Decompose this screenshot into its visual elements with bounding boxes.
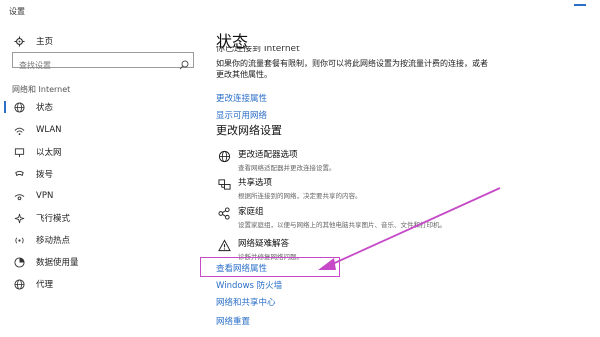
window-control-icon[interactable]: [574, 4, 586, 6]
sidebar-section-heading: 网络和 Internet: [12, 85, 71, 94]
windows-firewall-link[interactable]: Windows 防火墙: [216, 279, 282, 291]
sidebar-item-label: WLAN: [36, 125, 62, 135]
main-content: 状态 你已连接到 Internet 如果你的流量套餐有限制，则你可以将此网络设置…: [216, 22, 596, 337]
option-adapter[interactable]: 更改适配器选项 查看网络适配器并更改连接设置。: [216, 148, 336, 172]
warning-icon: [216, 237, 232, 253]
option-sharing[interactable]: 共享选项 根据所连接到的网络，决定要共享的内容。: [216, 176, 362, 200]
option-title: 共享选项: [238, 178, 273, 188]
sidebar-item-status[interactable]: 状态: [12, 100, 53, 114]
change-network-settings-heading: 更改网络设置: [216, 124, 282, 137]
sidebar-item-wlan[interactable]: WLAN: [12, 123, 62, 137]
ethernet-icon: [12, 146, 26, 158]
active-indicator: [4, 101, 6, 113]
option-desc: 根据所连接到的网络，决定要共享的内容。: [238, 192, 362, 200]
sidebar-item-label: VPN: [36, 191, 54, 201]
search-icon[interactable]: [179, 55, 189, 70]
option-desc: 设置家庭组，以便与网络上的其他电脑共享图片、音乐、文件和打印机。: [238, 221, 446, 229]
option-desc: 查看网络适配器并更改连接设置。: [238, 164, 336, 172]
sidebar-item-label: 状态: [36, 103, 54, 113]
option-title: 家庭组: [238, 207, 264, 217]
sidebar-item-data-usage[interactable]: 数据使用量: [12, 255, 79, 269]
dialup-icon: [12, 168, 26, 180]
sidebar-item-ethernet[interactable]: 以太网: [12, 145, 62, 159]
network-reset-link[interactable]: 网络重置: [216, 315, 250, 327]
sidebar-item-label: 移动热点: [36, 236, 71, 246]
sidebar-home-label: 主页: [36, 37, 54, 47]
data-usage-icon: [12, 256, 26, 268]
sidebar-item-label: 代理: [36, 280, 54, 290]
sidebar-item-label: 数据使用量: [36, 258, 79, 268]
sharing-icon: [216, 176, 232, 192]
sidebar-item-dialup[interactable]: 拨号: [12, 167, 53, 181]
network-sharing-center-link[interactable]: 网络和共享中心: [216, 296, 276, 308]
search-box[interactable]: [12, 52, 194, 73]
sidebar-item-label: 拨号: [36, 170, 54, 180]
sidebar-item-label: 飞行模式: [36, 214, 71, 224]
vpn-icon: [12, 190, 26, 202]
sidebar-item-airplane[interactable]: 飞行模式: [12, 211, 70, 225]
sidebar-item-label: 以太网: [36, 148, 62, 158]
search-input[interactable]: [13, 58, 173, 73]
change-connection-properties-link[interactable]: 更改连接属性: [216, 92, 267, 104]
airplane-icon: [12, 212, 26, 224]
adapter-icon: [216, 148, 232, 164]
connection-status-text: 你已连接到 Internet: [216, 46, 300, 53]
sidebar-item-vpn[interactable]: VPN: [12, 189, 53, 203]
proxy-globe-icon: [12, 278, 26, 290]
metered-description: 如果你的流量套餐有限制，则你可以将此网络设置为按流量计费的连接，或者更改其他属性…: [216, 59, 488, 79]
window-title: 设置: [9, 7, 25, 16]
sidebar-item-proxy[interactable]: 代理: [12, 277, 53, 291]
homegroup-icon: [216, 205, 232, 221]
show-available-networks-link[interactable]: 显示可用网络: [216, 109, 267, 121]
wifi-icon: [12, 124, 26, 136]
sidebar-item-home[interactable]: 主页: [12, 34, 53, 48]
option-title: 更改适配器选项: [238, 150, 298, 160]
sidebar-item-hotspot[interactable]: 移动热点: [12, 233, 70, 247]
gear-icon: [12, 35, 26, 47]
option-homegroup[interactable]: 家庭组 设置家庭组，以便与网络上的其他电脑共享图片、音乐、文件和打印机。: [216, 205, 446, 229]
hotspot-icon: [12, 234, 26, 246]
annotation-highlight-box: [200, 257, 340, 277]
title-bar: 设置: [0, 0, 600, 22]
globe-icon: [12, 101, 26, 113]
option-title: 网络疑难解答: [238, 239, 290, 249]
